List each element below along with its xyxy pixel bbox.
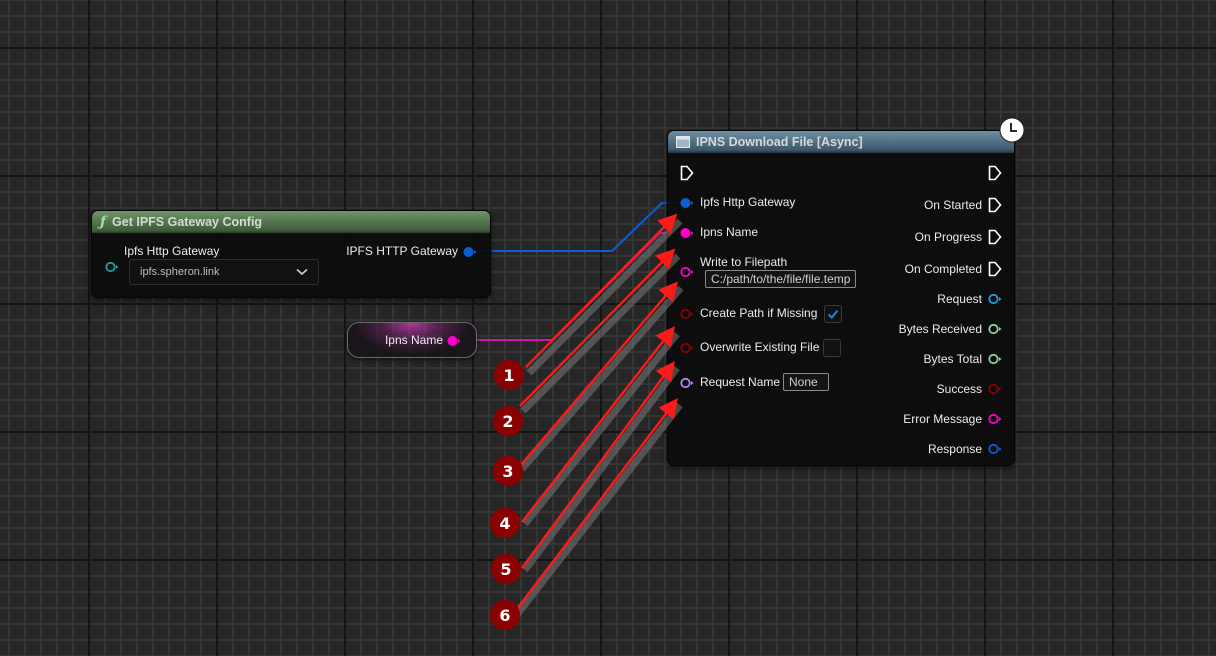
input-label-ipns-name: Ipns Name <box>700 225 759 239</box>
ipns-download-file-node[interactable]: IPNS Download File [Async] Ipfs Http Gat… <box>667 130 1015 466</box>
create-path-input-pin[interactable] <box>680 308 694 320</box>
ipns-name-variable-node[interactable]: Ipns Name <box>347 322 477 358</box>
wire-gateway[interactable] <box>476 202 682 252</box>
output-pin-label: IPFS HTTP Gateway <box>346 244 458 258</box>
bool-pin-icon[interactable] <box>988 383 1002 395</box>
exec-pin-icon[interactable] <box>988 229 1002 245</box>
overwrite-checkbox[interactable] <box>823 339 841 357</box>
gateway-input-pin[interactable] <box>105 261 119 273</box>
gateway-dropdown[interactable]: ipfs.spheron.link <box>129 259 319 285</box>
output-on-completed[interactable]: On Completed <box>905 261 1002 277</box>
exec-output-pin[interactable] <box>988 165 1002 181</box>
output-label: Bytes Total <box>923 352 982 366</box>
function-icon: ƒ <box>100 214 107 230</box>
exec-pin-icon[interactable] <box>988 261 1002 277</box>
exec-pin-icon[interactable] <box>988 197 1002 213</box>
annotation-badge-4: 4 <box>490 508 520 538</box>
get-ipfs-gateway-config-node[interactable]: ƒ Get IPFS Gateway Config Ipfs Http Gate… <box>91 210 491 298</box>
output-label: On Progress <box>914 230 982 244</box>
int64-pin-icon[interactable] <box>988 353 1002 365</box>
write-to-filepath-input-pin[interactable] <box>680 266 694 278</box>
output-label: Error Message <box>903 412 982 426</box>
checkmark-icon <box>827 309 839 319</box>
annotation-badge-5: 5 <box>491 554 521 584</box>
annotation-badge-1: 1 <box>494 360 524 390</box>
annotation-badge-6: 6 <box>490 600 520 630</box>
struct-pin-icon[interactable] <box>988 443 1002 455</box>
gateway-output-pin[interactable] <box>463 246 477 258</box>
int64-pin-icon[interactable] <box>988 323 1002 335</box>
annotation-badge-3: 3 <box>493 456 523 486</box>
output-bytes-total[interactable]: Bytes Total <box>924 352 1002 366</box>
request-name-input-pin[interactable] <box>680 377 694 389</box>
ipns-name-input-pin[interactable] <box>680 227 694 239</box>
input-pin-label: Ipfs Http Gateway <box>124 244 220 258</box>
output-label: Success <box>936 382 982 396</box>
annotation-badge-2: 2 <box>493 406 523 436</box>
create-path-checkbox[interactable] <box>824 305 842 323</box>
output-on-progress[interactable]: On Progress <box>915 229 1002 245</box>
output-request[interactable]: Request <box>937 292 1002 306</box>
exec-input-pin[interactable] <box>680 165 694 181</box>
request-name-input[interactable]: None <box>783 373 829 391</box>
output-response[interactable]: Response <box>928 442 1002 456</box>
input-label-ipfs-http-gateway: Ipfs Http Gateway <box>700 195 796 209</box>
input-label-create-path: Create Path if Missing <box>700 306 818 320</box>
clock-icon <box>999 117 1025 143</box>
output-bytes-received[interactable]: Bytes Received <box>899 322 1002 336</box>
output-label: Request <box>937 292 982 306</box>
node-title: IPNS Download File [Async] <box>696 135 863 149</box>
input-label-request-name: Request Name <box>700 375 781 389</box>
output-label: On Started <box>923 198 982 212</box>
node-title: Get IPFS Gateway Config <box>112 215 263 229</box>
output-success[interactable]: Success <box>937 382 1002 396</box>
ipfs-http-gateway-input-pin[interactable] <box>680 197 694 209</box>
output-label: On Completed <box>904 262 982 276</box>
overwrite-input-pin[interactable] <box>680 342 694 354</box>
input-label-row: Ipfs Http Gateway <box>124 244 219 258</box>
output-error-message[interactable]: Error Message <box>903 412 1002 426</box>
dropdown-value: ipfs.spheron.link <box>140 266 220 278</box>
output-on-started[interactable]: On Started <box>924 197 1002 213</box>
window-icon <box>676 136 690 148</box>
input-label-write-to-filepath: Write to Filepath <box>700 255 788 269</box>
ipns-name-output-pin[interactable] <box>447 335 461 347</box>
output-label: Response <box>927 442 982 456</box>
string-pin-icon[interactable] <box>988 413 1002 425</box>
object-pin-icon[interactable] <box>988 293 1002 305</box>
output-row: IPFS HTTP Gateway <box>346 244 458 258</box>
input-label-overwrite: Overwrite Existing File <box>700 340 820 354</box>
chevron-down-icon <box>296 268 308 276</box>
output-label: Bytes Received <box>898 322 982 336</box>
filepath-input[interactable]: C:/path/to/the/file/file.temp <box>705 270 857 288</box>
variable-label: Ipns Name <box>384 333 443 347</box>
node-header[interactable]: ƒ Get IPFS Gateway Config <box>92 211 490 233</box>
wires-layer <box>455 202 682 341</box>
node-header[interactable]: IPNS Download File [Async] <box>668 131 1014 153</box>
